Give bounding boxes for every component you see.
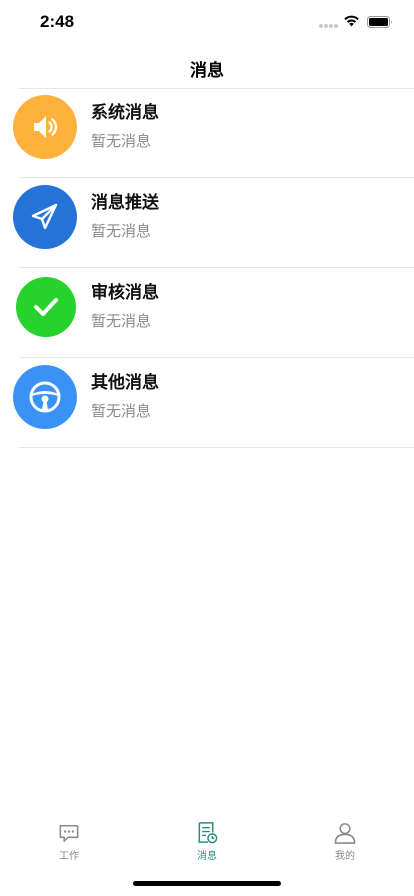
document-icon [198, 822, 218, 844]
tab-messages[interactable]: 消息 [138, 812, 276, 862]
home-indicator[interactable] [133, 881, 281, 886]
tab-label: 工作 [59, 851, 79, 862]
message-item-system[interactable]: 系统消息 暂无消息 [0, 88, 414, 178]
paper-plane-icon [13, 185, 77, 249]
screen: 2:48 消息 系统消息 暂无消息 消息推送 暂无消息 审核消息 暂无消息 其他… [0, 0, 414, 896]
page-title: 消息 [190, 61, 224, 81]
checkmark-icon [16, 277, 76, 337]
message-title: 消息推送 [91, 193, 159, 213]
tab-label: 消息 [197, 851, 217, 862]
wifi-icon [344, 15, 359, 27]
message-subtitle: 暂无消息 [91, 312, 152, 330]
message-subtitle: 暂无消息 [91, 402, 152, 420]
message-title: 其他消息 [91, 373, 159, 393]
steering-wheel-icon [13, 365, 77, 429]
message-subtitle: 暂无消息 [91, 222, 152, 240]
message-item-other[interactable]: 其他消息 暂无消息 [0, 358, 414, 448]
tab-profile[interactable]: 我的 [276, 812, 414, 862]
message-title: 审核消息 [91, 283, 159, 303]
message-item-push[interactable]: 消息推送 暂无消息 [0, 178, 414, 268]
chat-bubble-icon [59, 825, 79, 842]
tab-label: 我的 [335, 851, 355, 862]
battery-icon [367, 16, 392, 28]
message-subtitle: 暂无消息 [91, 132, 152, 150]
message-title: 系统消息 [91, 103, 159, 123]
status-time: 2:48 [40, 12, 75, 31]
status-bar: 2:48 [0, 0, 414, 44]
nav-header: 消息 [0, 44, 414, 88]
tab-work[interactable]: 工作 [0, 812, 138, 862]
message-list: 系统消息 暂无消息 消息推送 暂无消息 审核消息 暂无消息 其他消息 暂无消息 [0, 88, 414, 448]
speaker-icon [13, 95, 77, 159]
signal-icon [319, 24, 339, 30]
message-item-review[interactable]: 审核消息 暂无消息 [0, 268, 414, 358]
user-icon [334, 823, 356, 844]
tab-bar: 工作 消息 我的 [0, 812, 414, 862]
